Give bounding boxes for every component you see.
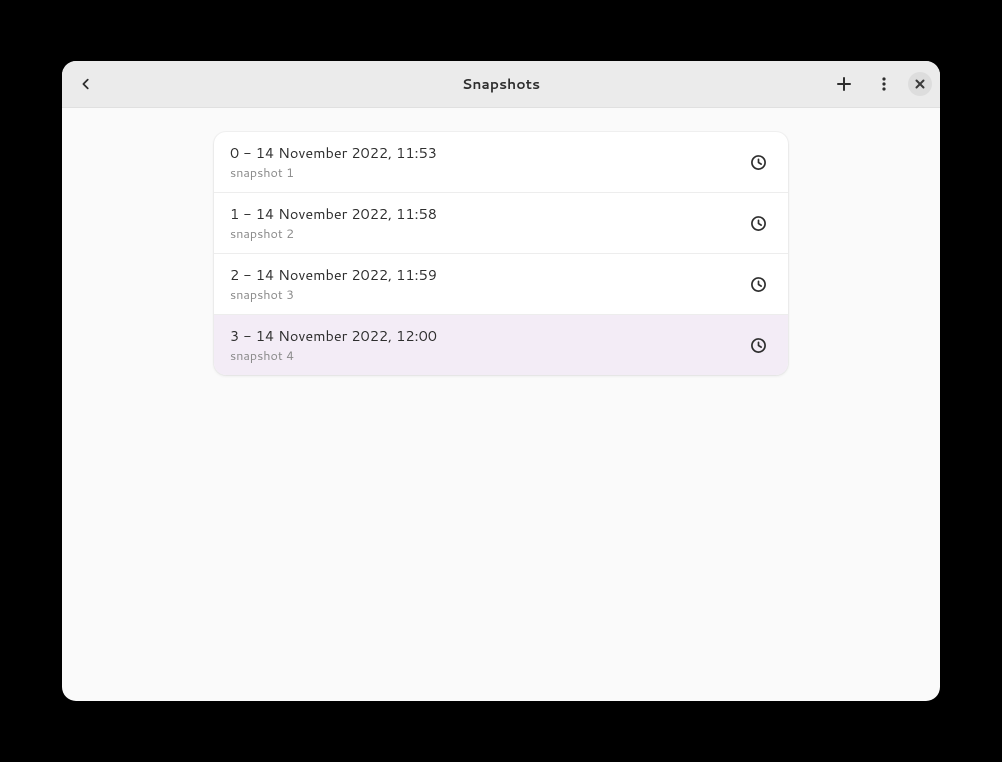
back-button[interactable] — [70, 68, 102, 100]
snapshot-row[interactable]: 3 - 14 November 2022, 12:00snapshot 4 — [214, 315, 788, 375]
window: Snapshots — [62, 61, 940, 701]
close-button[interactable] — [908, 72, 932, 96]
clock-icon — [748, 213, 768, 233]
content-area: 0 - 14 November 2022, 11:53snapshot 1 1 -… — [62, 108, 940, 701]
menu-button[interactable] — [868, 68, 900, 100]
snapshot-subtitle: snapshot 2 — [230, 225, 748, 243]
chevron-left-icon — [79, 77, 93, 91]
clock-icon — [748, 335, 768, 355]
snapshot-title: 2 - 14 November 2022, 11:59 — [230, 264, 748, 285]
snapshot-list: 0 - 14 November 2022, 11:53snapshot 1 1 -… — [214, 132, 788, 375]
snapshot-row-text: 1 - 14 November 2022, 11:58snapshot 2 — [230, 203, 748, 243]
plus-icon — [836, 76, 852, 92]
snapshot-subtitle: snapshot 4 — [230, 347, 748, 365]
snapshot-title: 3 - 14 November 2022, 12:00 — [230, 325, 748, 346]
snapshot-title: 1 - 14 November 2022, 11:58 — [230, 203, 748, 224]
snapshot-row-text: 0 - 14 November 2022, 11:53snapshot 1 — [230, 142, 748, 182]
clock-icon — [748, 152, 768, 172]
snapshot-row[interactable]: 0 - 14 November 2022, 11:53snapshot 1 — [214, 132, 788, 193]
header-left — [70, 68, 102, 100]
snapshot-row-text: 2 - 14 November 2022, 11:59snapshot 3 — [230, 264, 748, 304]
header-right — [828, 68, 932, 100]
close-icon — [915, 79, 925, 89]
add-button[interactable] — [828, 68, 860, 100]
page-title: Snapshots — [462, 74, 540, 94]
header-bar: Snapshots — [62, 61, 940, 108]
kebab-menu-icon — [876, 76, 892, 92]
snapshot-title: 0 - 14 November 2022, 11:53 — [230, 142, 748, 163]
snapshot-subtitle: snapshot 3 — [230, 286, 748, 304]
snapshot-row-text: 3 - 14 November 2022, 12:00snapshot 4 — [230, 325, 748, 365]
clock-icon — [748, 274, 768, 294]
snapshot-row[interactable]: 1 - 14 November 2022, 11:58snapshot 2 — [214, 193, 788, 254]
snapshot-row[interactable]: 2 - 14 November 2022, 11:59snapshot 3 — [214, 254, 788, 315]
snapshot-subtitle: snapshot 1 — [230, 164, 748, 182]
